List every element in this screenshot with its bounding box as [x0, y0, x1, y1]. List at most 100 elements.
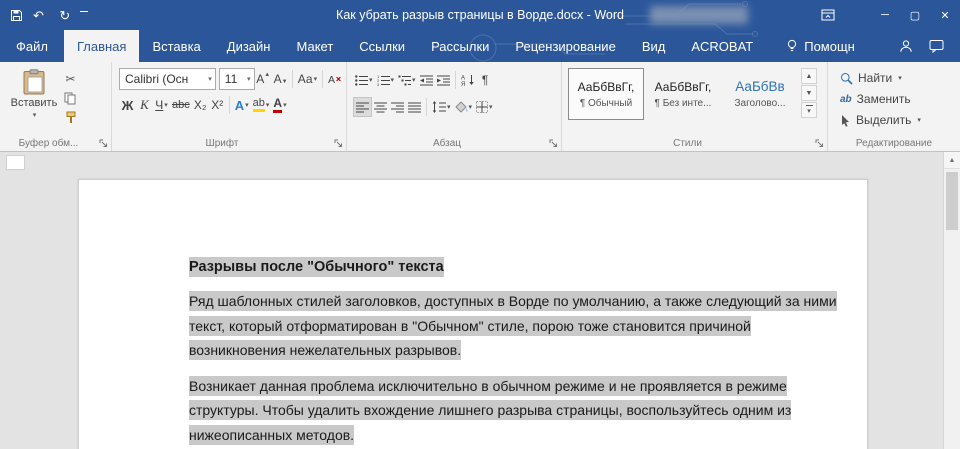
document-area[interactable]: Разрывы после "Обычного" текста Ряд шабл…	[0, 152, 960, 449]
paragraph-group-label: Абзац	[432, 138, 462, 149]
bold-button[interactable]: Ж	[119, 95, 136, 115]
change-case-button[interactable]: Аа ▾	[296, 69, 318, 89]
subscript-button[interactable]: Х₂	[192, 95, 209, 115]
format-painter-button[interactable]	[62, 110, 79, 124]
tab-review[interactable]: Рецензирование	[502, 30, 628, 62]
paragraph-row-2: ▾ ▾ ▾	[353, 97, 559, 117]
borders-button[interactable]: ▾	[474, 97, 495, 117]
shrink-font-button[interactable]: А ▼	[272, 69, 289, 89]
tab-home[interactable]: Главная	[63, 30, 140, 62]
scroll-up-button[interactable]: ▲	[944, 152, 960, 169]
superscript-button[interactable]: Х²	[209, 95, 226, 115]
justify-button[interactable]	[406, 97, 423, 117]
replace-button[interactable]: ab Заменить	[840, 92, 960, 106]
line-spacing-icon	[432, 101, 446, 113]
dialog-launcher-icon	[815, 139, 823, 147]
customize-qat-button[interactable]: ▾	[80, 10, 89, 20]
comments-button[interactable]	[929, 39, 944, 53]
scrollbar-thumb[interactable]	[946, 172, 958, 230]
up-arrow-icon: ▲	[264, 72, 271, 78]
font-group-label: Шрифт	[205, 138, 239, 149]
increase-indent-button[interactable]	[435, 70, 452, 90]
clipboard-dialog-launcher[interactable]	[99, 139, 108, 148]
show-paragraph-marks-button[interactable]: ¶	[477, 70, 494, 90]
tab-references[interactable]: Ссылки	[346, 30, 418, 62]
align-center-button[interactable]	[372, 97, 389, 117]
undo-button[interactable]: ↶ ▾	[33, 9, 49, 22]
grow-font-label: А	[256, 72, 265, 86]
close-button[interactable]: ✕	[930, 0, 960, 30]
chevron-down-icon: ▾	[807, 108, 811, 115]
styles-group: АаБбВвГг, ¶ Обычный АаБбВвГг, ¶ Без инте…	[562, 62, 828, 151]
tell-me-assistant[interactable]: Помощн	[774, 30, 867, 62]
chevron-down-icon: ▾	[898, 75, 902, 82]
chevron-down-icon: ▾	[245, 102, 249, 109]
line-spacing-button[interactable]: ▾	[430, 97, 453, 117]
ribbon-display-options-button[interactable]	[810, 0, 846, 30]
bullets-button[interactable]: ▾	[353, 70, 375, 90]
text-highlight-button[interactable]: ab ▾	[251, 95, 272, 115]
style-preview: АаБбВвГг,	[654, 79, 712, 94]
save-button[interactable]	[10, 9, 23, 22]
tab-mailings[interactable]: Рассылки	[418, 30, 502, 62]
editing-group-label: Редактирование	[855, 138, 933, 149]
maximize-button[interactable]: ▢	[900, 0, 930, 30]
divider	[292, 70, 294, 88]
styles-scroll-up-button[interactable]: ▲	[801, 68, 817, 84]
shrink-font-label: А	[273, 72, 282, 86]
shading-button[interactable]: ▾	[453, 97, 475, 117]
dialog-launcher-icon	[99, 139, 107, 147]
document-page[interactable]: Разрывы после "Обычного" текста Ряд шабл…	[78, 179, 868, 449]
font-family-combo[interactable]: Calibri (Осн ▾	[119, 68, 216, 90]
sort-button[interactable]: АЯ	[459, 70, 477, 90]
style-card-heading1[interactable]: АаБбВв Заголово...	[722, 68, 798, 120]
font-size-combo[interactable]: 11 ▾	[218, 68, 255, 90]
select-button[interactable]: Выделить ▾	[840, 113, 960, 127]
style-card-normal[interactable]: АаБбВвГг, ¶ Обычный	[568, 68, 644, 120]
style-preview: АаБбВв	[735, 79, 785, 94]
censored-account-name	[650, 6, 748, 24]
tab-file[interactable]: Файл	[0, 30, 64, 62]
format-painter-icon	[66, 111, 75, 123]
align-right-icon	[391, 102, 404, 112]
grow-font-button[interactable]: А ▲	[255, 69, 272, 89]
tab-acrobat[interactable]: ACROBAT	[678, 30, 766, 62]
minimize-button[interactable]: ─	[870, 0, 900, 30]
tab-view[interactable]: Вид	[629, 30, 679, 62]
styles-dialog-launcher[interactable]	[815, 139, 824, 148]
italic-button[interactable]: К	[136, 95, 153, 115]
align-right-button[interactable]	[389, 97, 406, 117]
chevron-down-icon: ▾	[447, 104, 451, 111]
strikethrough-button[interactable]: abc	[170, 95, 192, 115]
styles-scroll-down-button[interactable]: ▼	[801, 85, 817, 101]
multilevel-list-button[interactable]: ▾	[396, 70, 418, 90]
vertical-scrollbar[interactable]: ▲	[943, 152, 960, 449]
paste-clipboard-icon	[23, 69, 45, 95]
copy-button[interactable]	[62, 91, 79, 105]
tab-insert[interactable]: Вставка	[139, 30, 213, 62]
styles-gallery-more-button[interactable]: ▾	[801, 102, 817, 118]
align-left-button[interactable]	[353, 97, 372, 117]
increase-indent-icon	[436, 75, 450, 85]
bullets-icon	[355, 74, 368, 86]
cut-button[interactable]: ✂	[62, 72, 79, 86]
underline-button[interactable]: Ч ▾	[153, 95, 170, 115]
font-dialog-launcher[interactable]	[334, 139, 343, 148]
decrease-indent-button[interactable]	[418, 70, 435, 90]
editing-group: Найти ▾ ab Заменить Выделить ▾ Редактиро…	[828, 62, 960, 151]
sign-in-button[interactable]	[899, 39, 913, 53]
redo-icon: ↻	[59, 7, 71, 23]
tab-design[interactable]: Дизайн	[214, 30, 284, 62]
style-card-no-spacing[interactable]: АаБбВвГг, ¶ Без инте...	[645, 68, 721, 120]
align-left-icon	[356, 102, 369, 112]
numbering-button[interactable]: 123 ▾	[375, 70, 397, 90]
redo-button[interactable]: ↻	[59, 9, 70, 22]
clear-formatting-button[interactable]: А	[326, 69, 343, 89]
save-icon	[11, 9, 22, 21]
ribbon: Вставить ▾ ✂ Буфер обм... Calibri (Осн ▾	[0, 62, 960, 152]
find-button[interactable]: Найти ▾	[840, 71, 960, 85]
text-effects-button[interactable]: А ▾	[233, 95, 251, 115]
paragraph-dialog-launcher[interactable]	[549, 139, 558, 148]
font-color-button[interactable]: А ▾	[271, 95, 288, 115]
tab-layout[interactable]: Макет	[283, 30, 346, 62]
